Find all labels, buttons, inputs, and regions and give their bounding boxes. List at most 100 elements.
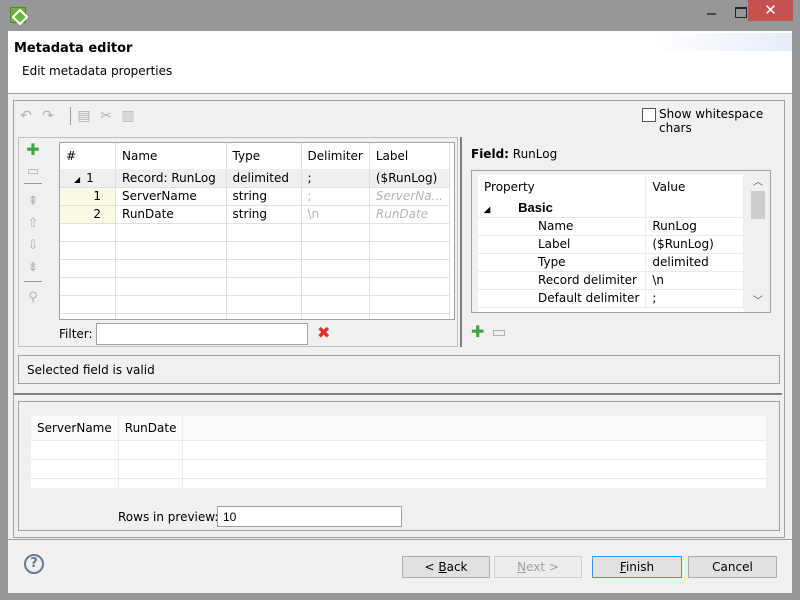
property-row[interactable]: Type delimited (478, 253, 744, 272)
record-number[interactable]: ◢ 1 (60, 169, 117, 188)
redo-icon[interactable]: ↷ (40, 108, 56, 124)
field-row[interactable]: 2 RunDate string \n RunDate (60, 205, 451, 224)
property-row[interactable]: Label ($RunLog) (478, 235, 744, 254)
empty-row (60, 295, 451, 314)
dialog-body: Metadata editor Edit metadata properties… (8, 31, 792, 593)
rows-in-preview-input[interactable] (217, 506, 402, 527)
scroll-up-icon[interactable]: ︿ (750, 175, 766, 191)
preview-row (31, 440, 767, 460)
move-bottom-icon[interactable]: ⇟ (25, 260, 41, 276)
record-row[interactable]: ◢ 1 Record: RunLog delimited ; ($RunLog) (60, 169, 451, 188)
status-text: Selected field is valid (27, 363, 155, 377)
field-delimiter[interactable]: ; (301, 187, 370, 206)
toolbar-separator (70, 107, 71, 125)
field-type[interactable]: string (226, 187, 302, 206)
horizontal-splitter[interactable] (14, 393, 782, 396)
field-number[interactable]: 2 (60, 205, 117, 224)
field-label[interactable]: ServerNa... (369, 187, 451, 206)
move-top-icon[interactable]: ⇞ (25, 194, 41, 210)
collapse-icon[interactable]: ◢ (74, 175, 80, 184)
extract-icon[interactable]: ⚲ (25, 290, 41, 306)
record-name[interactable]: Record: RunLog (115, 169, 227, 188)
close-button[interactable]: ✕ (748, 0, 793, 21)
preview-column-filler (182, 416, 767, 441)
fields-panel: ✚ ▭ ⇞ ⇧ ⇩ ⇟ ⚲ # Name Type Delimiter Labe… (18, 137, 458, 347)
property-name: Name (478, 217, 647, 236)
collapse-icon[interactable]: ◢ (484, 205, 490, 214)
column-header-property[interactable]: Property (478, 175, 647, 199)
preview-column-servername[interactable]: ServerName (31, 416, 119, 441)
field-name[interactable]: ServerName (115, 187, 227, 206)
properties-scrollbar[interactable]: ︿ ﹀ (750, 175, 766, 310)
record-type[interactable]: delimited (226, 169, 302, 188)
show-whitespace-label[interactable]: Show whitespace chars (659, 107, 784, 135)
empty-row (60, 241, 451, 260)
help-icon[interactable]: ? (24, 554, 44, 574)
clear-filter-icon[interactable]: ✖ (317, 324, 333, 342)
fields-table: # Name Type Delimiter Label ◢ 1 Record: R… (59, 142, 455, 320)
preview-table: ServerName RunDate (31, 416, 767, 488)
property-row[interactable]: Name RunLog (478, 217, 744, 236)
property-name: Label (478, 235, 647, 254)
empty-row (60, 259, 451, 278)
preview-row (31, 478, 767, 488)
scrollbar-thumb[interactable] (751, 191, 765, 219)
filter-input[interactable] (96, 323, 308, 345)
field-name[interactable]: RunDate (115, 205, 227, 224)
app-icon (10, 7, 26, 23)
column-header-label[interactable]: Label (369, 143, 451, 169)
page-subtitle: Edit metadata properties (22, 64, 173, 78)
move-up-icon[interactable]: ⇧ (25, 216, 41, 232)
column-header-delimiter[interactable]: Delimiter (301, 143, 370, 169)
scroll-down-icon[interactable]: ﹀ (750, 294, 766, 310)
record-delimiter[interactable]: ; (301, 169, 370, 188)
preview-column-rundate[interactable]: RunDate (118, 416, 184, 441)
property-name: Record delimiter (478, 271, 647, 290)
field-label[interactable]: RunDate (369, 205, 451, 224)
side-separator (24, 183, 42, 184)
paste-icon[interactable]: ▥ (120, 108, 136, 124)
copy-icon[interactable]: ▤ (76, 108, 92, 124)
property-row[interactable]: Record delimiter \n (478, 271, 744, 290)
close-icon: ✕ (764, 1, 777, 19)
footer-separator (8, 539, 792, 540)
status-box: Selected field is valid (18, 355, 780, 384)
next-button[interactable]: Next > (494, 556, 582, 578)
header-decoration (652, 33, 792, 51)
property-value[interactable]: \n (645, 271, 744, 290)
column-header-number[interactable]: # (60, 143, 117, 169)
column-header-value[interactable]: Value (645, 175, 744, 199)
property-value[interactable]: RunLog (645, 217, 744, 236)
column-header-name[interactable]: Name (115, 143, 227, 169)
property-value[interactable]: ; (645, 289, 744, 308)
add-field-icon[interactable]: ✚ (25, 142, 41, 158)
remove-field-icon[interactable]: ▭ (25, 164, 41, 180)
add-property-icon[interactable]: ✚ (471, 324, 484, 340)
field-delimiter[interactable]: \n (301, 205, 370, 224)
undo-icon[interactable]: ↶ (18, 108, 34, 124)
property-group-basic[interactable]: ◢ Basic (478, 199, 744, 218)
field-type[interactable]: string (226, 205, 302, 224)
minimize-button[interactable] (700, 0, 728, 21)
cancel-button[interactable]: Cancel (688, 556, 777, 578)
cut-icon[interactable]: ✂ (98, 108, 114, 124)
page-title: Metadata editor (14, 41, 133, 56)
property-value[interactable]: ($RunLog) (645, 235, 744, 254)
move-down-icon[interactable]: ⇩ (25, 238, 41, 254)
show-whitespace-checkbox[interactable] (642, 108, 656, 122)
property-value[interactable]: delimited (645, 253, 744, 272)
finish-button[interactable]: Finish (592, 556, 682, 578)
filter-label: Filter: (59, 327, 93, 341)
empty-row (60, 277, 451, 296)
record-label[interactable]: ($RunLog) (369, 169, 451, 188)
remove-property-icon[interactable] (493, 330, 505, 336)
metadata-editor-panel: ↶ ↷ ▤ ✂ ▥ Show whitespace chars ✚ ▭ ⇞ ⇧ … (13, 100, 785, 538)
properties-box: Property Value ◢ Basic Name RunLog Label… (471, 170, 771, 313)
column-header-type[interactable]: Type (226, 143, 302, 169)
field-number[interactable]: 1 (60, 187, 117, 206)
back-button[interactable]: < Back (402, 556, 490, 578)
title-bar: ✕ (0, 0, 800, 30)
property-row[interactable]: Default delimiter ; (478, 289, 744, 308)
field-row[interactable]: 1 ServerName string ; ServerNa... (60, 187, 451, 206)
vertical-splitter[interactable] (460, 137, 463, 347)
